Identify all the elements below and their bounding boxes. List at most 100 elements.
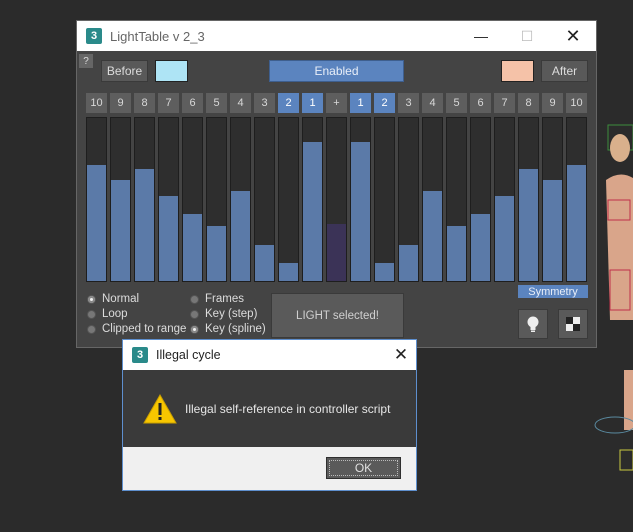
frame-offset-button[interactable]: 1	[302, 93, 323, 113]
radio-dot	[190, 309, 199, 319]
window-title: LightTable v 2_3	[110, 28, 205, 44]
transparency-slider[interactable]	[350, 117, 371, 282]
frame-offset-button[interactable]: 4	[230, 93, 251, 113]
frame-offset-button[interactable]: 8	[134, 93, 155, 113]
slider-fill	[255, 245, 274, 281]
transparency-slider[interactable]	[302, 117, 323, 282]
radio-dot	[87, 324, 96, 334]
dialog-footer: OK	[123, 447, 416, 490]
minimize-button[interactable]: —	[458, 21, 504, 51]
help-button[interactable]: ?	[79, 54, 93, 68]
checkerboard-button[interactable]	[558, 309, 588, 339]
transparency-slider[interactable]	[182, 117, 203, 282]
transparency-slider[interactable]	[86, 117, 107, 282]
frame-offset-button[interactable]: 3	[398, 93, 419, 113]
radio-label: Key (step)	[205, 308, 258, 320]
frame-offset-button[interactable]: 3	[254, 93, 275, 113]
frame-offset-button[interactable]: 2	[278, 93, 299, 113]
frame-offset-button[interactable]: 7	[494, 93, 515, 113]
radio-key-spline[interactable]: Key (spline)	[190, 323, 266, 335]
window-titlebar[interactable]: 3 LightTable v 2_3 — ☐ ✕	[77, 21, 596, 51]
frame-offset-button[interactable]: 10	[566, 93, 587, 113]
dialog-titlebar[interactable]: 3 Illegal cycle ✕	[123, 340, 416, 370]
after-button[interactable]: After	[541, 60, 588, 82]
transparency-slider[interactable]	[134, 117, 155, 282]
transparency-slider[interactable]	[398, 117, 419, 282]
transparency-slider[interactable]	[494, 117, 515, 282]
transparency-slider[interactable]	[566, 117, 587, 282]
radio-dot	[190, 324, 199, 334]
frame-offset-button[interactable]: 6	[182, 93, 203, 113]
frame-offset-button[interactable]: 2	[374, 93, 395, 113]
transparency-slider[interactable]	[254, 117, 275, 282]
slider-fill	[87, 165, 106, 281]
radio-normal[interactable]: Normal	[87, 293, 139, 305]
frame-offset-button[interactable]: 9	[110, 93, 131, 113]
enabled-toggle[interactable]: Enabled	[269, 60, 404, 82]
transparency-slider[interactable]	[206, 117, 227, 282]
slider-fill	[519, 168, 538, 281]
transparency-sliders	[86, 117, 590, 282]
radio-frames[interactable]: Frames	[190, 293, 244, 305]
frame-offset-button[interactable]: 10	[86, 93, 107, 113]
transparency-slider[interactable]	[422, 117, 443, 282]
dialog-close-button[interactable]: ✕	[386, 340, 416, 370]
slider-fill	[543, 179, 562, 281]
slider-fill	[423, 191, 442, 281]
radio-dot	[87, 309, 96, 319]
slider-fill	[135, 168, 154, 281]
frame-offset-button[interactable]: 5	[206, 93, 227, 113]
frame-offset-button[interactable]: 7	[158, 93, 179, 113]
slider-fill	[207, 225, 226, 281]
symmetry-toggle[interactable]: Symmetry	[518, 285, 588, 298]
app-icon: 3	[132, 347, 148, 363]
slider-fill	[351, 142, 370, 281]
slider-fill	[567, 165, 586, 281]
transparency-slider[interactable]	[518, 117, 539, 282]
transparency-slider[interactable]	[158, 117, 179, 282]
frame-offset-button[interactable]: 9	[542, 93, 563, 113]
radio-loop[interactable]: Loop	[87, 308, 128, 320]
radio-key-step[interactable]: Key (step)	[190, 308, 257, 320]
frame-offset-button[interactable]: 6	[470, 93, 491, 113]
transparency-slider[interactable]	[374, 117, 395, 282]
dialog-message: Illegal self-reference in controller scr…	[185, 402, 391, 416]
frame-offset-button[interactable]: 4	[422, 93, 443, 113]
frame-offset-buttons: 10 9 8 7 6 5 4 3 2 1 +1 2 3 4 5 6 7 8 9 10	[86, 93, 590, 113]
transparency-slider[interactable]	[110, 117, 131, 282]
radio-label: Clipped to range	[102, 323, 187, 335]
current-frame-button[interactable]: +	[326, 93, 347, 113]
radio-label: Normal	[102, 293, 140, 305]
radio-clipped-to-range[interactable]: Clipped to range	[87, 323, 186, 335]
lightbulb-icon	[527, 316, 539, 332]
transparency-slider[interactable]	[542, 117, 563, 282]
lighttable-window: 3 LightTable v 2_3 — ☐ ✕ ? Before Enable…	[76, 20, 597, 348]
lightbulb-button[interactable]	[518, 309, 548, 339]
checkerboard-icon	[566, 317, 580, 331]
before-button[interactable]: Before	[101, 60, 148, 82]
transparency-slider[interactable]	[470, 117, 491, 282]
slider-fill	[495, 196, 514, 281]
frame-offset-button[interactable]: 5	[446, 93, 467, 113]
radio-label: Loop	[102, 308, 128, 320]
slider-fill	[471, 214, 490, 281]
frame-offset-button[interactable]: 8	[518, 93, 539, 113]
before-color-swatch[interactable]	[155, 60, 188, 82]
close-button[interactable]: ✕	[550, 21, 596, 51]
illegal-cycle-dialog: 3 Illegal cycle ✕ Illegal self-reference…	[122, 339, 417, 491]
transparency-slider[interactable]	[326, 117, 347, 282]
frame-offset-button[interactable]: 1	[350, 93, 371, 113]
slider-fill	[159, 196, 178, 281]
slider-fill	[327, 223, 346, 281]
transparency-slider[interactable]	[230, 117, 251, 282]
slider-fill	[231, 191, 250, 281]
slider-fill	[375, 263, 394, 281]
light-selected-button[interactable]: LIGHT selected!	[271, 293, 404, 338]
after-color-swatch[interactable]	[501, 60, 534, 82]
slider-fill	[111, 179, 130, 281]
transparency-slider[interactable]	[446, 117, 467, 282]
maximize-button[interactable]: ☐	[504, 21, 550, 51]
radio-label: Frames	[205, 293, 244, 305]
transparency-slider[interactable]	[278, 117, 299, 282]
ok-button[interactable]: OK	[326, 457, 401, 479]
